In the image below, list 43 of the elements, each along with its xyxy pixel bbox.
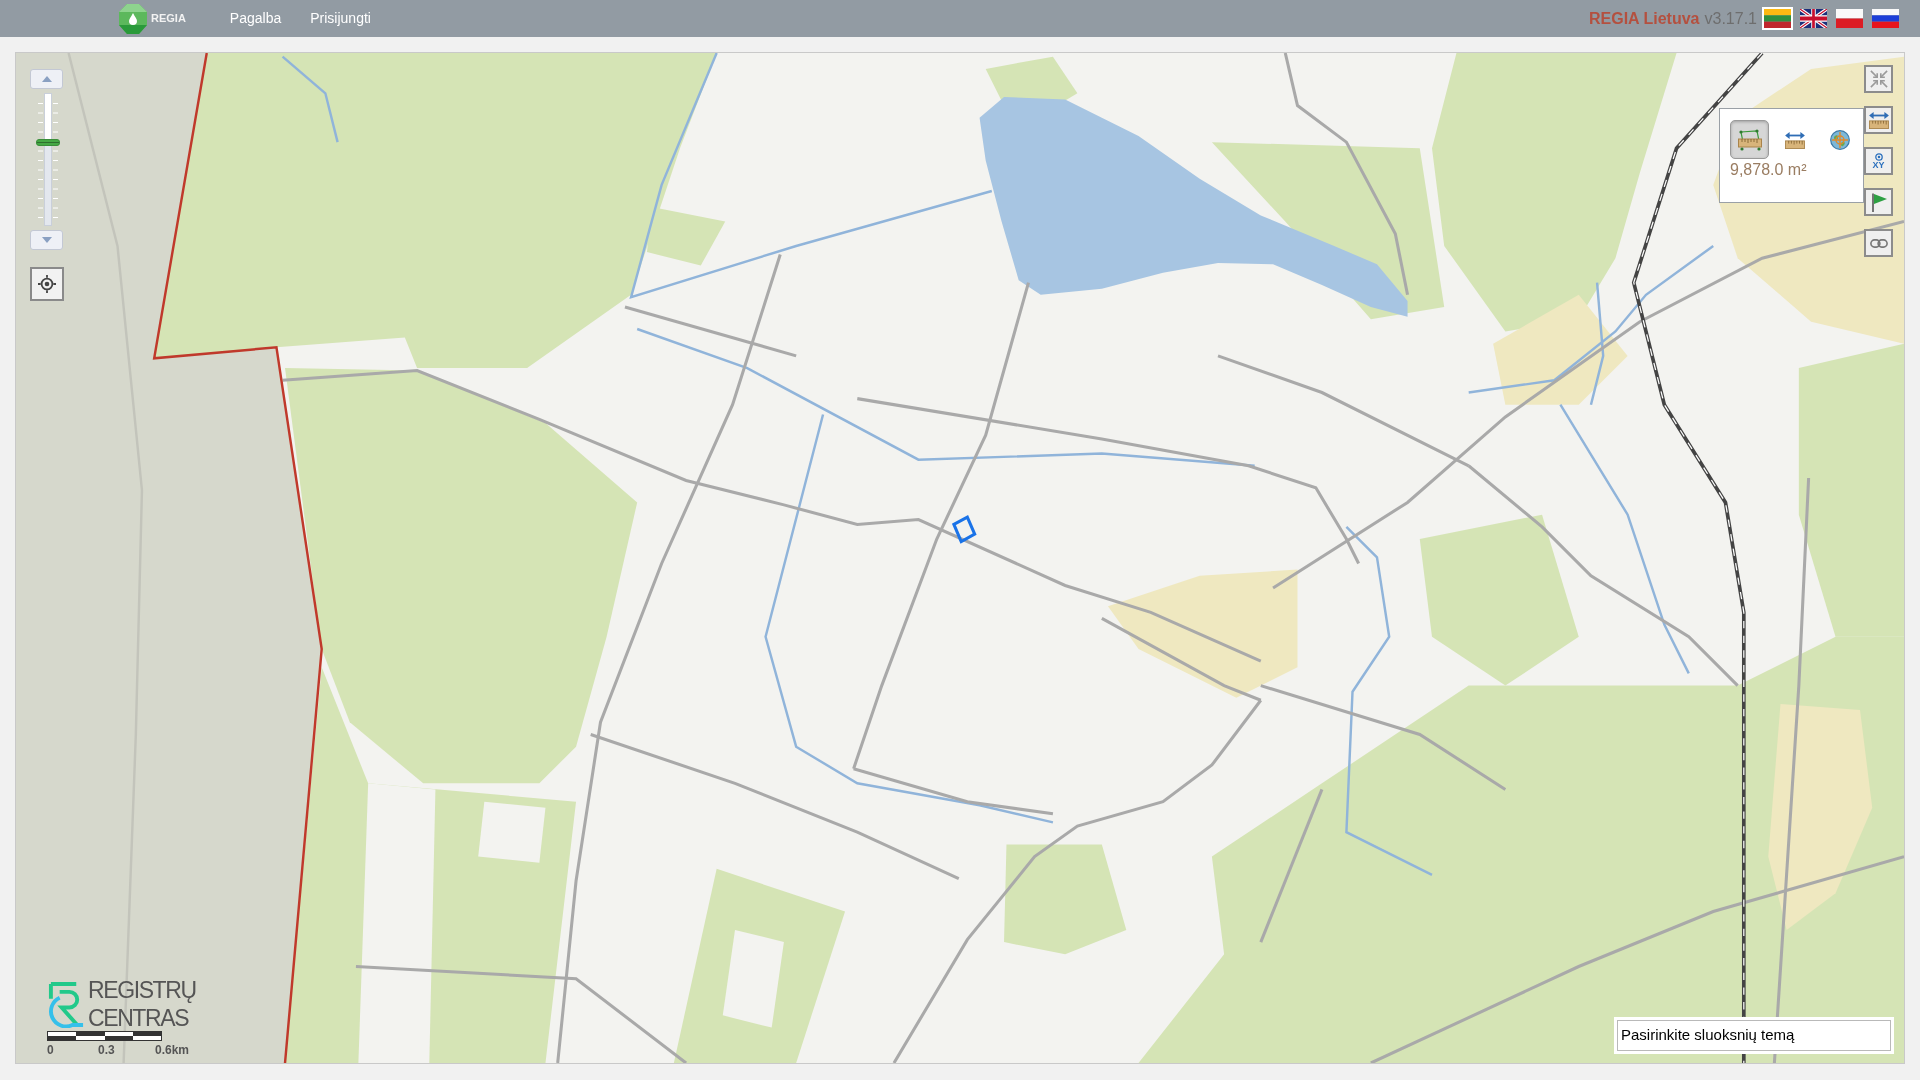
logo-wordmark: REGISTRŲ CENTRAS (88, 976, 196, 1032)
link-icon (1869, 238, 1888, 248)
flag-button[interactable] (1864, 188, 1893, 216)
area-measure-button[interactable] (1730, 120, 1769, 159)
measure-button[interactable] (1864, 106, 1893, 134)
language-button[interactable] (1762, 7, 1793, 30)
zoom-slider-track[interactable] (44, 93, 52, 226)
language-button[interactable] (1834, 7, 1865, 30)
ruler-polygon-icon (1737, 128, 1762, 151)
logo-icon (119, 3, 147, 34)
slider-thumb[interactable] (36, 138, 60, 146)
language-button[interactable] (1870, 7, 1901, 30)
nav-link[interactable]: Pagalba (229, 8, 282, 29)
scale-label: 0.6km (155, 1044, 190, 1056)
globe-crosshair-icon (1829, 129, 1850, 150)
inward-arrows-icon (1869, 70, 1888, 88)
theme-select[interactable]: Pasirinkite sluoksnių temą (1614, 1017, 1894, 1054)
zoom-in-button[interactable] (30, 69, 63, 89)
scale-label: 0.3 (98, 1044, 116, 1056)
nav-link[interactable]: Prisijungti (310, 8, 371, 29)
scale-label: 0 (47, 1044, 55, 1056)
poland-flag-icon (1836, 9, 1863, 28)
language-button[interactable] (1798, 7, 1829, 30)
coordinates-button[interactable]: XY (1864, 147, 1893, 175)
collapse-button[interactable] (1864, 65, 1893, 93)
parcel-outline (951, 514, 977, 544)
uk-flag-icon (1800, 9, 1827, 28)
caret-up-icon (41, 76, 52, 82)
lithuania-flag-icon (1764, 9, 1791, 28)
flag-icon (1870, 192, 1887, 212)
registry-logo-icon (47, 980, 86, 1028)
logo-text: REGIA (151, 11, 186, 27)
russia-flag-icon (1872, 9, 1899, 28)
link-button[interactable] (1864, 229, 1893, 257)
caret-down-icon (41, 237, 52, 243)
zoom-out-button[interactable] (30, 230, 63, 250)
area-result: 9,878.0 m² (1730, 162, 1807, 178)
target-icon (1874, 152, 1883, 161)
ruler-arrows-icon (1784, 130, 1805, 149)
app-title: REGIA Lietuva (1588, 8, 1700, 29)
locate-button[interactable] (30, 267, 64, 301)
ruler-arrows-icon (1868, 111, 1889, 129)
crosshair-icon (38, 275, 56, 293)
